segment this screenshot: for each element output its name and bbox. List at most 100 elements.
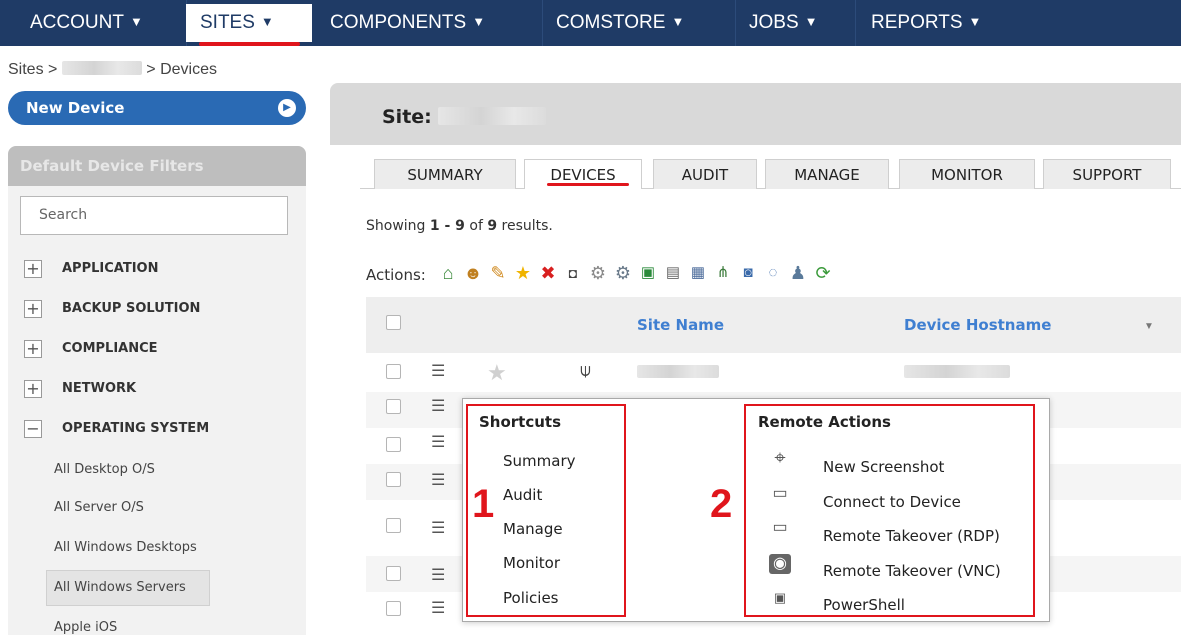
breadcrumb: Sites > > Devices [8, 61, 217, 79]
nav-components-label: COMPONENTS [330, 12, 467, 33]
row-menu-icon[interactable]: ☰ [431, 361, 445, 381]
filter-item-apple-ios[interactable]: Apple iOS [54, 620, 117, 635]
row-menu-icon[interactable]: ☰ [431, 565, 445, 585]
chevron-down-icon: ▼ [968, 14, 982, 29]
column-site-name[interactable]: Site Name [637, 316, 724, 334]
computer-icon[interactable]: ▦ [687, 262, 709, 284]
breadcrumb-site-redacted[interactable] [61, 61, 142, 75]
gears-icon[interactable]: ⚙ [612, 262, 634, 284]
crosshair-icon: ⌖ [774, 447, 786, 469]
new-device-button[interactable]: New Device ▶ [8, 91, 306, 125]
nav-jobs[interactable]: JOBS ▼ [735, 4, 818, 42]
server-icon[interactable]: ▤ [662, 262, 684, 284]
expand-icon[interactable]: + [24, 340, 42, 358]
home-icon[interactable]: ⌂ [437, 262, 459, 284]
row-checkbox[interactable] [386, 518, 401, 533]
nav-comstore[interactable]: COMSTORE ▼ [542, 4, 684, 42]
user-key-icon[interactable]: ♟ [787, 262, 809, 284]
expand-icon[interactable]: + [24, 300, 42, 318]
filter-group-label: NETWORK [62, 381, 137, 396]
filter-item-all-server-os[interactable]: All Server O/S [54, 500, 144, 515]
row-menu-icon[interactable]: ☰ [431, 396, 445, 416]
remote-takeover-rdp[interactable]: Remote Takeover (RDP) [823, 527, 1000, 545]
tab-support[interactable]: SUPPORT [1043, 159, 1171, 189]
filter-item-all-desktop-os[interactable]: All Desktop O/S [54, 462, 155, 477]
nav-sites-label: SITES [200, 12, 255, 33]
row-checkbox[interactable] [386, 601, 401, 616]
row-menu-icon[interactable]: ☰ [431, 518, 445, 538]
nav-account-label: ACCOUNT [30, 12, 124, 33]
network-icon[interactable]: ⋔ [712, 262, 734, 284]
favorite-star-icon[interactable]: ★ [487, 360, 507, 386]
nav-active-underline [199, 42, 300, 46]
shortcut-monitor[interactable]: Monitor [503, 554, 560, 572]
chevron-down-icon: ▼ [804, 14, 818, 29]
row-checkbox[interactable] [386, 364, 401, 379]
row-menu-icon[interactable]: ☰ [431, 598, 445, 618]
row-checkbox[interactable] [386, 472, 401, 487]
filter-group-label: BACKUP SOLUTION [62, 301, 201, 316]
chat-icon[interactable]: ◌ [762, 262, 784, 284]
nav-reports[interactable]: REPORTS ▼ [855, 4, 981, 42]
row-checkbox[interactable] [386, 437, 401, 452]
breadcrumb-sites[interactable]: Sites [8, 61, 44, 78]
select-all-checkbox[interactable] [386, 315, 401, 330]
search-placeholder: Search [39, 207, 88, 223]
column-device-hostname[interactable]: Device Hostname [904, 316, 1051, 334]
breadcrumb-current: > Devices [146, 61, 217, 78]
sort-desc-icon[interactable]: ▼ [1144, 321, 1154, 332]
shortcut-manage[interactable]: Manage [503, 520, 563, 538]
remote-connect-to-device[interactable]: Connect to Device [823, 493, 961, 511]
users-icon[interactable]: ☻ [462, 262, 484, 284]
expand-icon[interactable]: + [24, 380, 42, 398]
tab-manage[interactable]: MANAGE [765, 159, 889, 189]
filters-panel [8, 186, 306, 635]
top-nav-bar: ACCOUNT ▼ SITES ▼ COMPONENTS ▼ COMSTORE ▼ JO… [0, 0, 1181, 46]
collapse-icon[interactable]: − [24, 420, 42, 438]
shortcut-policies[interactable]: Policies [503, 589, 558, 607]
filters-header: Default Device Filters [8, 146, 306, 186]
gear-icon[interactable]: ⚙ [587, 262, 609, 284]
search-input[interactable]: Search [20, 196, 288, 235]
row-checkbox[interactable] [386, 566, 401, 581]
remote-takeover-vnc[interactable]: Remote Takeover (VNC) [823, 562, 1001, 580]
callout-number-1: 1 [472, 482, 495, 526]
new-device-label: New Device [26, 99, 125, 117]
binoculars-icon[interactable]: ◘ [562, 262, 584, 284]
shortcut-audit[interactable]: Audit [503, 486, 542, 504]
star-icon[interactable]: ★ [512, 262, 534, 284]
tab-monitor[interactable]: MONITOR [899, 159, 1035, 189]
rdp-icon: ▭ [772, 519, 788, 536]
results-mid: of [464, 218, 488, 234]
filter-group-label: OPERATING SYSTEM [62, 421, 210, 436]
results-total: 9 [487, 218, 498, 234]
results-suffix: results. [497, 218, 553, 234]
filter-item-all-windows-servers[interactable]: All Windows Servers [54, 580, 186, 595]
shortcuts-title: Shortcuts [479, 413, 562, 431]
row-checkbox[interactable] [386, 399, 401, 414]
expand-icon[interactable]: + [24, 260, 42, 278]
monitor-connect-icon: ▭ [772, 485, 788, 502]
delete-icon[interactable]: ✖ [537, 262, 559, 284]
spreadsheet-icon[interactable]: ▣ [637, 262, 659, 284]
tab-audit[interactable]: AUDIT [653, 159, 757, 189]
chevron-down-icon: ▼ [129, 14, 143, 29]
chevron-down-icon: ▼ [472, 14, 486, 29]
row-menu-icon[interactable]: ☰ [431, 432, 445, 452]
results-range: 1 - 9 [429, 218, 465, 234]
nav-comstore-label: COMSTORE [556, 12, 666, 33]
refresh-icon[interactable]: ⟳ [812, 262, 834, 284]
tab-summary[interactable]: SUMMARY [374, 159, 516, 189]
shortcut-summary[interactable]: Summary [503, 452, 576, 470]
nav-account[interactable]: ACCOUNT ▼ [8, 4, 143, 42]
monitor-icon[interactable]: ◙ [737, 262, 759, 284]
nav-components[interactable]: COMPONENTS ▼ [312, 4, 485, 42]
remote-powershell[interactable]: PowerShell [823, 596, 905, 614]
row-menu-icon[interactable]: ☰ [431, 470, 445, 490]
site-name-redacted [438, 107, 547, 125]
remote-new-screenshot[interactable]: New Screenshot [823, 458, 944, 476]
pencil-icon[interactable]: ✎ [487, 262, 509, 284]
results-summary: Showing 1 - 9 of 9 results. [366, 218, 553, 234]
nav-sites[interactable]: SITES ▼ [186, 4, 312, 42]
filter-item-all-windows-desktops[interactable]: All Windows Desktops [54, 540, 197, 555]
